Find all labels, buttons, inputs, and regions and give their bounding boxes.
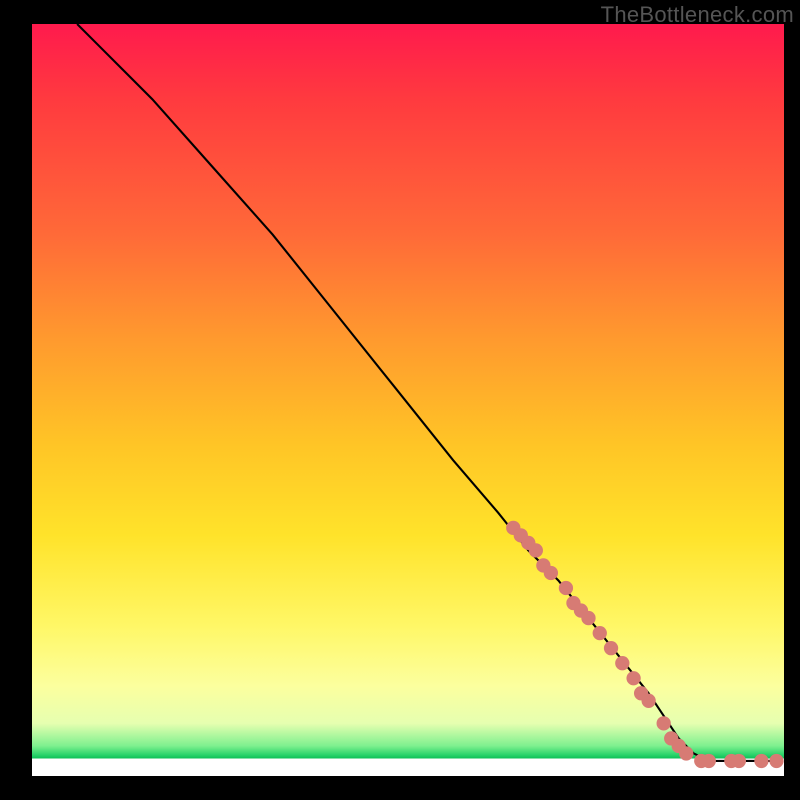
- gradient-backdrop: [32, 24, 784, 776]
- watermark-text: TheBottleneck.com: [601, 2, 794, 28]
- chart-stage: TheBottleneck.com: [0, 0, 800, 800]
- plot-area: [32, 24, 784, 776]
